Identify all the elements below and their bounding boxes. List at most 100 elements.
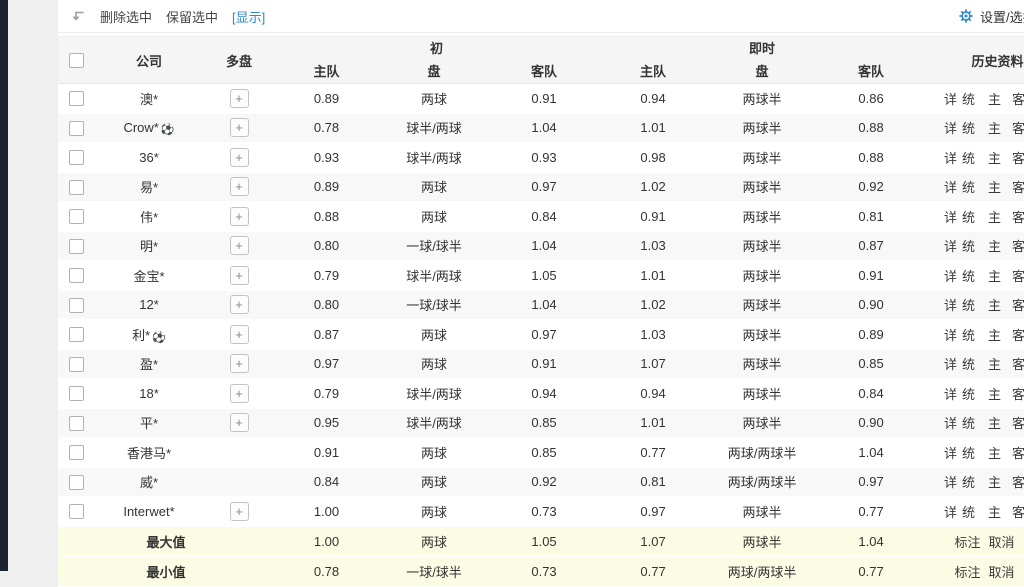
- history-link[interactable]: 客: [1012, 180, 1024, 195]
- history-link[interactable]: 统: [962, 328, 975, 343]
- history-link[interactable]: 详: [944, 387, 957, 402]
- expand-plus-button[interactable]: +: [230, 89, 249, 108]
- history-link[interactable]: 详: [944, 210, 957, 225]
- history-link[interactable]: 详: [944, 446, 957, 461]
- history-link[interactable]: 统: [962, 475, 975, 490]
- summary-action-link[interactable]: 取消: [989, 565, 1015, 580]
- history-link[interactable]: 详: [944, 92, 957, 107]
- company-name[interactable]: 易*: [140, 180, 158, 195]
- history-link[interactable]: 客: [1012, 210, 1024, 225]
- history-link[interactable]: 主: [988, 446, 1001, 461]
- summary-action-link[interactable]: 取消: [989, 535, 1015, 550]
- history-link[interactable]: 主: [988, 475, 1001, 490]
- history-link[interactable]: 客: [1012, 269, 1024, 284]
- history-link[interactable]: 主: [988, 328, 1001, 343]
- row-checkbox[interactable]: [69, 445, 84, 460]
- expand-plus-button[interactable]: +: [230, 354, 249, 373]
- history-link[interactable]: 详: [944, 416, 957, 431]
- history-link[interactable]: 统: [962, 357, 975, 372]
- expand-plus-button[interactable]: +: [230, 295, 249, 314]
- history-link[interactable]: 主: [988, 180, 1001, 195]
- history-link[interactable]: 详: [944, 121, 957, 136]
- row-checkbox[interactable]: [69, 239, 84, 254]
- expand-plus-button[interactable]: +: [230, 177, 249, 196]
- history-link[interactable]: 统: [962, 446, 975, 461]
- history-link[interactable]: 统: [962, 180, 975, 195]
- row-checkbox[interactable]: [69, 386, 84, 401]
- history-link[interactable]: 主: [988, 121, 1001, 136]
- history-link[interactable]: 客: [1012, 475, 1024, 490]
- row-checkbox[interactable]: [69, 121, 84, 136]
- history-link[interactable]: 客: [1012, 92, 1024, 107]
- row-checkbox[interactable]: [69, 150, 84, 165]
- company-name[interactable]: 伟*: [140, 210, 158, 225]
- row-checkbox[interactable]: [69, 298, 84, 313]
- history-link[interactable]: 统: [962, 416, 975, 431]
- select-all-checkbox[interactable]: [69, 53, 84, 68]
- history-link[interactable]: 客: [1012, 416, 1024, 431]
- history-link[interactable]: 统: [962, 298, 975, 313]
- row-checkbox[interactable]: [69, 268, 84, 283]
- company-name[interactable]: Interwet*: [123, 504, 174, 519]
- history-link[interactable]: 详: [944, 239, 957, 254]
- company-name[interactable]: 平*: [140, 416, 158, 431]
- history-link[interactable]: 统: [962, 151, 975, 166]
- history-link[interactable]: 客: [1012, 298, 1024, 313]
- history-link[interactable]: 客: [1012, 357, 1024, 372]
- expand-plus-button[interactable]: +: [230, 413, 249, 432]
- company-name[interactable]: 威*: [140, 475, 158, 490]
- history-link[interactable]: 统: [962, 92, 975, 107]
- company-name[interactable]: 18*: [139, 386, 159, 401]
- history-link[interactable]: 统: [962, 505, 975, 520]
- company-name[interactable]: 12*: [139, 297, 159, 312]
- keep-selected-button[interactable]: 保留选中: [166, 7, 218, 26]
- history-link[interactable]: 详: [944, 269, 957, 284]
- history-link[interactable]: 主: [988, 357, 1001, 372]
- history-link[interactable]: 详: [944, 357, 957, 372]
- expand-plus-button[interactable]: +: [230, 236, 249, 255]
- row-checkbox[interactable]: [69, 327, 84, 342]
- row-checkbox[interactable]: [69, 91, 84, 106]
- show-link[interactable]: [显示]: [232, 7, 265, 26]
- expand-plus-button[interactable]: +: [230, 266, 249, 285]
- expand-plus-button[interactable]: +: [230, 118, 249, 137]
- history-link[interactable]: 客: [1012, 121, 1024, 136]
- history-link[interactable]: 客: [1012, 387, 1024, 402]
- row-checkbox[interactable]: [69, 504, 84, 519]
- company-name[interactable]: 澳*: [140, 92, 158, 107]
- history-link[interactable]: 统: [962, 210, 975, 225]
- history-link[interactable]: 详: [944, 151, 957, 166]
- company-name[interactable]: Crow*: [123, 120, 158, 135]
- history-link[interactable]: 主: [988, 239, 1001, 254]
- row-checkbox[interactable]: [69, 357, 84, 372]
- history-link[interactable]: 客: [1012, 328, 1024, 343]
- expand-plus-button[interactable]: +: [230, 325, 249, 344]
- history-link[interactable]: 客: [1012, 446, 1024, 461]
- history-link[interactable]: 主: [988, 387, 1001, 402]
- history-link[interactable]: 主: [988, 298, 1001, 313]
- history-link[interactable]: 主: [988, 210, 1001, 225]
- history-link[interactable]: 主: [988, 92, 1001, 107]
- expand-plus-button[interactable]: +: [230, 384, 249, 403]
- summary-action-link[interactable]: 标注: [955, 565, 981, 580]
- company-name[interactable]: 明*: [140, 239, 158, 254]
- history-link[interactable]: 主: [988, 416, 1001, 431]
- history-link[interactable]: 客: [1012, 239, 1024, 254]
- history-link[interactable]: 统: [962, 269, 975, 284]
- row-checkbox[interactable]: [69, 475, 84, 490]
- history-link[interactable]: 客: [1012, 505, 1024, 520]
- history-link[interactable]: 客: [1012, 151, 1024, 166]
- company-name[interactable]: 金宝*: [133, 269, 164, 284]
- expand-plus-button[interactable]: +: [230, 148, 249, 167]
- history-link[interactable]: 详: [944, 180, 957, 195]
- history-link[interactable]: 统: [962, 387, 975, 402]
- history-link[interactable]: 详: [944, 328, 957, 343]
- history-link[interactable]: 详: [944, 298, 957, 313]
- row-checkbox[interactable]: [69, 416, 84, 431]
- history-link[interactable]: 主: [988, 151, 1001, 166]
- expand-plus-button[interactable]: +: [230, 502, 249, 521]
- expand-plus-button[interactable]: +: [230, 207, 249, 226]
- row-checkbox[interactable]: [69, 180, 84, 195]
- history-link[interactable]: 主: [988, 505, 1001, 520]
- history-link[interactable]: 主: [988, 269, 1001, 284]
